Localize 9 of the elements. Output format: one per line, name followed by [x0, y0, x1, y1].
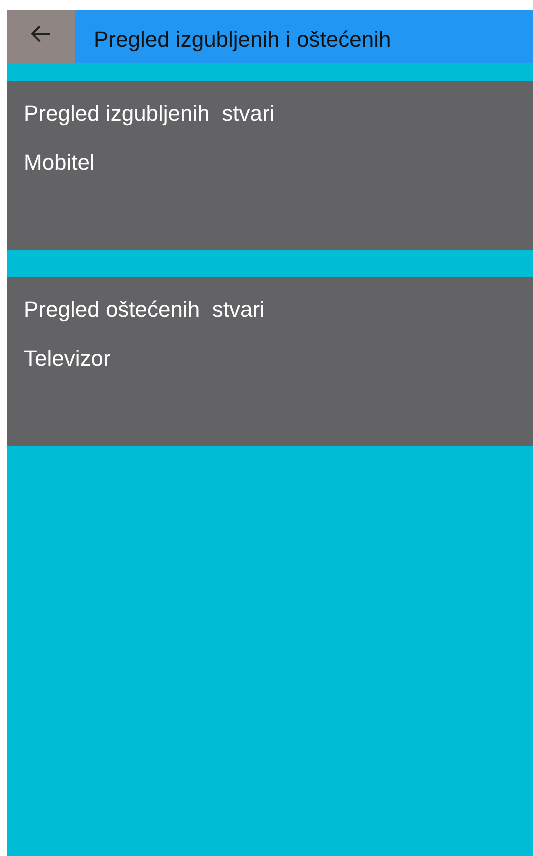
card-title: Pregled oštećenih stvari — [24, 296, 266, 324]
back-arrow-icon — [31, 24, 51, 42]
item-name: Televizor — [24, 345, 112, 373]
back-button[interactable] — [7, 10, 75, 63]
item-card[interactable]: Pregled oštećenih stvari Televizor — [7, 277, 533, 446]
card-title: Pregled izgubljenih stvari — [24, 100, 276, 128]
screen-title: Pregled izgubljenih i oštećenih — [94, 26, 392, 53]
item-card[interactable]: Pregled izgubljenih stvari Mobitel — [7, 81, 533, 250]
item-name: Mobitel — [24, 149, 96, 177]
